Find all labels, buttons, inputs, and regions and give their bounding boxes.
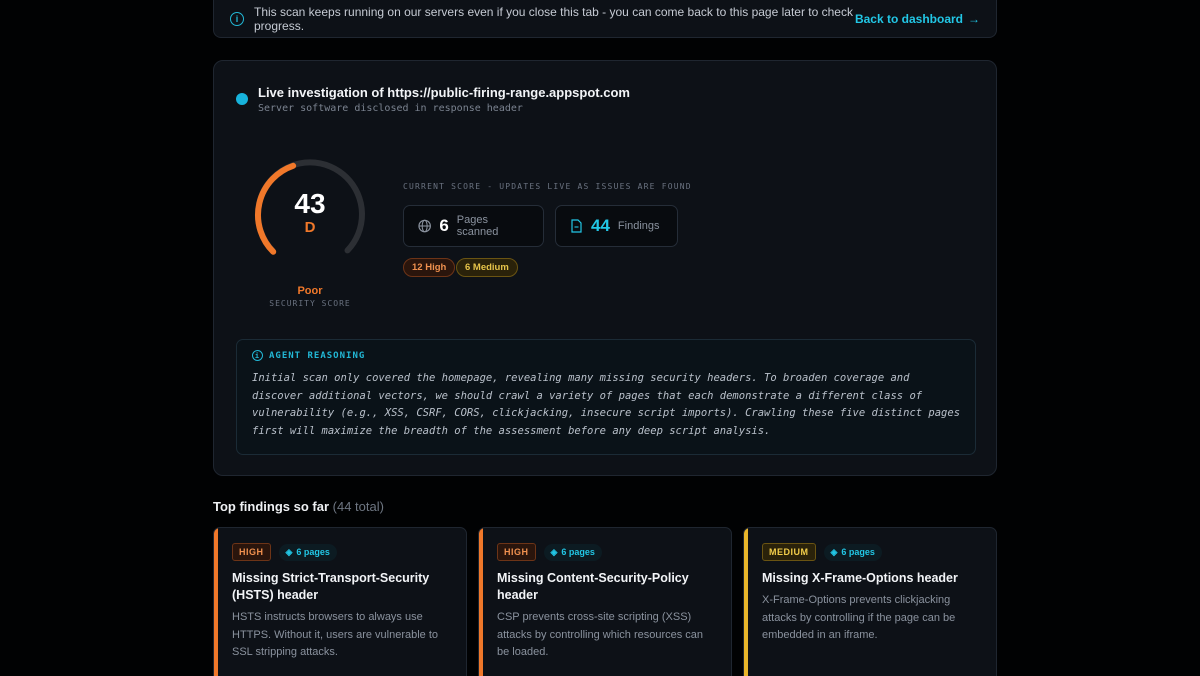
finding-title: Missing Strict-Transport-Security (HSTS)… bbox=[232, 571, 430, 602]
reasoning-text: Initial scan only covered the homepage, … bbox=[252, 372, 961, 437]
reasoning-heading: AGENT REASONING bbox=[269, 350, 366, 361]
findings-value: 44 bbox=[591, 216, 610, 235]
arrow-right-icon: → bbox=[968, 11, 980, 26]
globe-icon bbox=[418, 219, 431, 233]
score-value: 43 bbox=[294, 188, 326, 219]
severity-accent-bar bbox=[214, 528, 218, 676]
finding-card[interactable]: HIGH ◈ 6 pages Missing Strict-Transport-… bbox=[213, 527, 467, 676]
pages-scanned-value: 6 bbox=[439, 216, 449, 235]
info-icon: i bbox=[230, 11, 244, 26]
back-to-dashboard-label: Back to dashboard bbox=[854, 11, 963, 26]
document-icon bbox=[571, 219, 582, 233]
layers-icon: ◈ bbox=[285, 546, 293, 557]
finding-title: Missing X-Frame-Options header bbox=[762, 571, 958, 585]
findings-stat: 44 Findings bbox=[555, 205, 678, 247]
investigation-card: Live investigation of https://public-fir… bbox=[213, 60, 997, 476]
severity-accent-bar bbox=[479, 528, 483, 676]
layers-icon: ◈ bbox=[550, 546, 558, 557]
back-to-dashboard-link[interactable]: Back to dashboard → bbox=[855, 12, 980, 26]
finding-card[interactable]: MEDIUM ◈ 6 pages Missing X-Frame-Options… bbox=[743, 527, 997, 676]
high-count-badge: 12 High bbox=[403, 258, 456, 277]
live-status-dot bbox=[236, 93, 248, 105]
info-icon: i bbox=[252, 350, 263, 361]
severity-badge: MEDIUM bbox=[762, 543, 816, 561]
findings-label: Findings bbox=[617, 220, 660, 232]
finding-description: CSP prevents cross-site scripting (XSS) … bbox=[497, 611, 704, 658]
info-banner: i This scan keeps running on our servers… bbox=[213, 0, 997, 38]
pages-badge: ◈ 6 pages bbox=[278, 543, 337, 561]
finding-card[interactable]: HIGH ◈ 6 pages Missing Content-Security-… bbox=[478, 527, 732, 676]
pages-badge: ◈ 6 pages bbox=[823, 543, 882, 561]
severity-badge: HIGH bbox=[232, 543, 271, 561]
severity-accent-bar bbox=[744, 528, 748, 676]
findings-heading-label: Top findings so far bbox=[213, 499, 330, 514]
pages-count: 6 pages bbox=[296, 547, 330, 557]
pages-count: 6 pages bbox=[841, 547, 875, 557]
investigation-title: Live investigation of https://public-fir… bbox=[258, 85, 630, 100]
pages-badge: ◈ 6 pages bbox=[543, 543, 602, 561]
medium-count-badge: 6 Medium bbox=[456, 258, 518, 277]
score-grade: D bbox=[304, 219, 316, 236]
findings-heading: Top findings so far (44 total) bbox=[213, 499, 384, 514]
pages-count: 6 pages bbox=[561, 547, 595, 557]
pages-scanned-stat: 6 Pages scanned bbox=[403, 205, 544, 247]
finding-description: X-Frame-Options prevents clickjacking at… bbox=[762, 594, 956, 641]
stats-caption: CURRENT SCORE - UPDATES LIVE AS ISSUES A… bbox=[403, 182, 692, 191]
finding-title: Missing Content-Security-Policy header bbox=[497, 571, 689, 602]
banner-message: This scan keeps running on our servers e… bbox=[254, 4, 853, 33]
layers-icon: ◈ bbox=[830, 546, 838, 557]
findings-total: (44 total) bbox=[332, 499, 384, 514]
score-caption: SECURITY SCORE bbox=[269, 299, 351, 308]
pages-scanned-label: Pages scanned bbox=[456, 214, 499, 238]
finding-description: HSTS instructs browsers to always use HT… bbox=[232, 611, 439, 658]
agent-reasoning-panel: i AGENT REASONING Initial scan only cove… bbox=[236, 339, 976, 455]
investigation-subtitle: Server software disclosed in response he… bbox=[258, 103, 523, 114]
score-rating: Poor bbox=[297, 285, 323, 297]
severity-badge: HIGH bbox=[497, 543, 536, 561]
